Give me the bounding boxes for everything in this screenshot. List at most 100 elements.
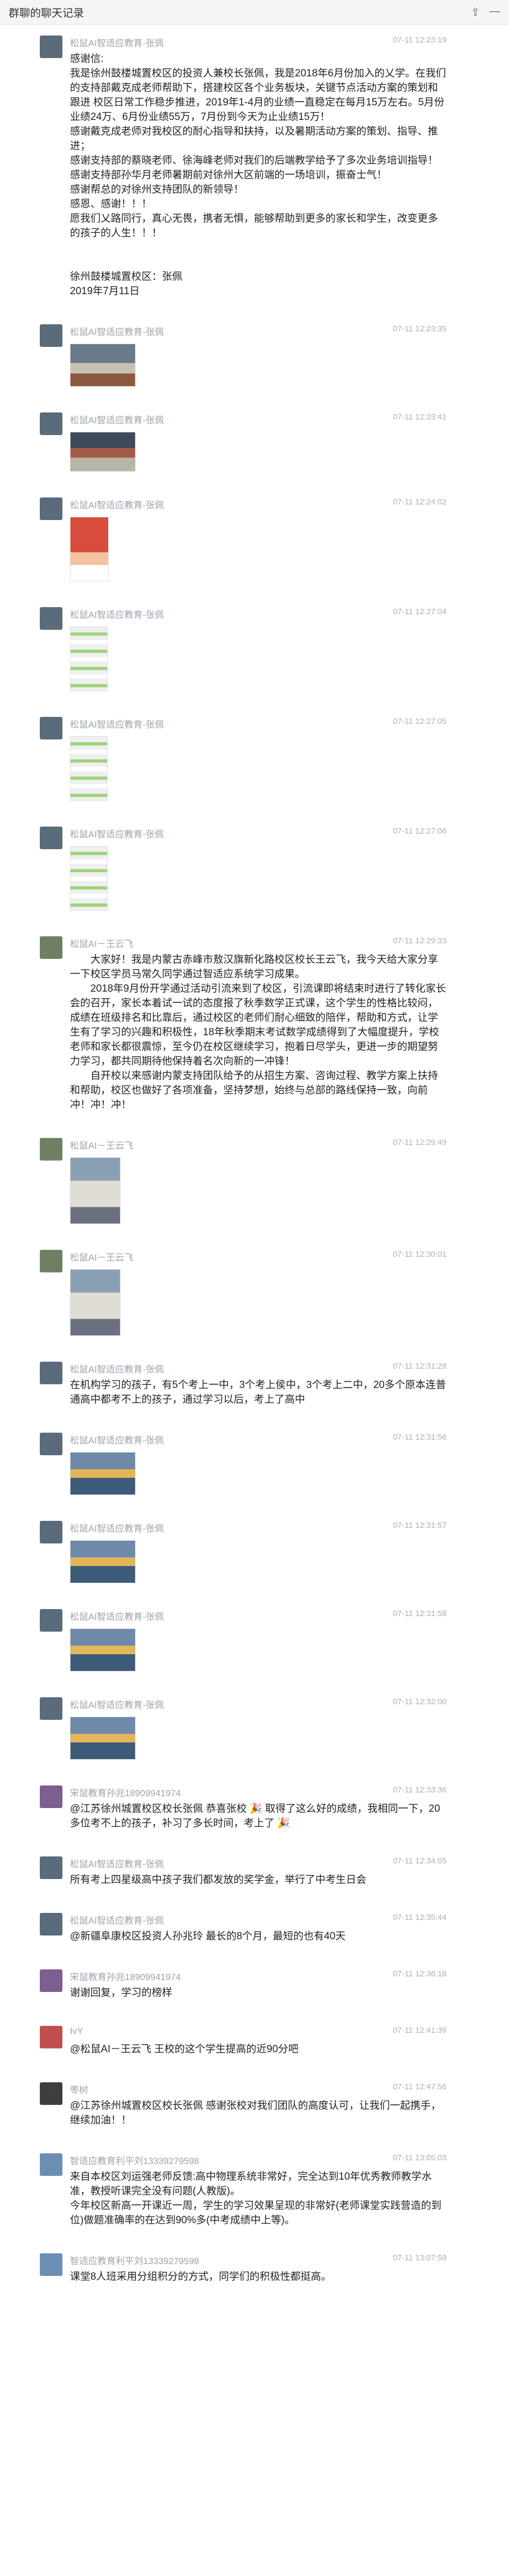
avatar[interactable] <box>40 497 62 520</box>
message-time: 07-11 13:05:03 <box>393 2153 447 2162</box>
avatar[interactable] <box>40 1785 62 1808</box>
message-body <box>70 432 447 472</box>
avatar[interactable] <box>40 2026 62 2048</box>
message-time: 07-11 12:23:35 <box>393 324 447 333</box>
message-item[interactable]: 松鼠AI智适应教育-张佩 07-11 12:31:56 <box>40 1433 447 1495</box>
message-line <box>70 255 447 269</box>
avatar[interactable] <box>40 2082 62 2105</box>
message-item[interactable]: 松鼠AI智适应教育-张佩 07-11 12:23:35 <box>40 324 447 387</box>
message-line: 感恩、感谢！！！ <box>70 198 152 210</box>
message-body: 所有考上四星级高中孩子我们都发放的奖学金，举行了中考生日会 <box>70 1873 447 1887</box>
sender-name: 枣树 <box>70 2085 88 2095</box>
student-photo[interactable] <box>70 1157 121 1224</box>
chat-history[interactable]: 松鼠AI智适应教育-张佩 07-11 12:23:19 感谢信: 我是徐州鼓楼城置校区… <box>0 25 509 2284</box>
share-icon[interactable]: ⇪ <box>471 5 480 19</box>
group-photo[interactable] <box>70 1452 136 1495</box>
message-item[interactable]: 松鼠AI智适应教育-张佩 07-11 12:35:44 @新疆阜康校区投资人孙兆玲 … <box>40 1913 447 1944</box>
message-meta: 松鼠AI智适应教育-张佩 07-11 12:23:35 <box>70 324 447 338</box>
message-item[interactable]: 松鼠AI－王云飞 07-11 12:29:33 大家好！我是内蒙古赤峰市敖汉旗新化路… <box>40 936 447 1112</box>
message-time: 07-11 12:29:33 <box>393 936 447 945</box>
message-item[interactable]: 松鼠AI智适应教育-张佩 07-11 12:31:58 <box>40 1609 447 1671</box>
message-item[interactable]: 松鼠AI智适应教育-张佩 07-11 12:27:04 <box>40 607 447 691</box>
avatar[interactable] <box>40 2153 62 2176</box>
message-time: 07-11 12:30:01 <box>393 1250 447 1259</box>
message-item[interactable]: 松鼠AI智适应教育-张佩 07-11 12:27:06 <box>40 827 447 910</box>
avatar[interactable] <box>40 1521 62 1543</box>
message-item[interactable]: 宋鼠教育孙兆18909941974 07-11 12:33:36 @江苏徐州城置校区… <box>40 1785 447 1831</box>
minimize-icon[interactable]: — <box>490 5 500 19</box>
message-time: 07-11 13:07:59 <box>393 2253 447 2262</box>
sender-name: 松鼠AI智适应教育-张佩 <box>70 327 164 337</box>
message-body: @新疆阜康校区投资人孙兆玲 最长的8个月，最短的也有40天 <box>70 1929 447 1944</box>
message-meta: 松鼠AI智适应教育-张佩 07-11 12:24:02 <box>70 497 447 511</box>
avatar[interactable] <box>40 1250 62 1272</box>
message-body <box>70 736 447 801</box>
message-item[interactable]: 松鼠AI智适应教育-张佩 07-11 12:32:00 <box>40 1697 447 1760</box>
window-controls: ⇪ — <box>471 5 500 19</box>
message-body <box>70 846 447 910</box>
avatar[interactable] <box>40 2253 62 2276</box>
classroom-photo[interactable] <box>70 344 136 387</box>
message-item[interactable]: 松鼠AI－王云飞 07-11 12:29:49 <box>40 1138 447 1224</box>
message-item[interactable]: 松鼠AI智适应教育-张佩 07-11 12:24:02 <box>40 497 447 581</box>
chat-screenshot[interactable] <box>70 846 108 910</box>
message-meta: 智适应教育利平刘13339279598 07-11 13:05:03 <box>70 2153 447 2167</box>
message-item[interactable]: 松鼠AI智适应教育-张佩 07-11 12:31:28 在机构学习的孩子，有5个考上… <box>40 1362 447 1407</box>
message-time: 07-11 12:31:28 <box>393 1362 447 1371</box>
message-time: 07-11 12:29:49 <box>393 1138 447 1147</box>
avatar[interactable] <box>40 1138 62 1161</box>
message-meta: 松鼠AI智适应教育-张佩 07-11 12:32:00 <box>70 1697 447 1711</box>
message-item[interactable]: IvY 07-11 12:41:39 @松鼠AI－王云飞 王校的这个学生提高的近90… <box>40 2026 447 2056</box>
message-body: 大家好！我是内蒙古赤峰市敖汉旗新化路校区校长王云飞，我今天给大家分享一下校区学员… <box>70 952 447 1112</box>
meeting-photo[interactable] <box>70 432 136 472</box>
avatar[interactable] <box>40 1433 62 1455</box>
avatar[interactable] <box>40 412 62 435</box>
message-item[interactable]: 松鼠AI智适应教育-张佩 07-11 12:23:19 感谢信: 我是徐州鼓楼城置校区… <box>40 35 447 298</box>
message-item[interactable]: 枣树 07-11 12:47:56 @江苏徐州城置校区校长张佩 感谢张校对我们团队的… <box>40 2082 447 2127</box>
message-meta: 松鼠AI智适应教育-张佩 07-11 12:23:19 <box>70 35 447 49</box>
message-body <box>70 1628 447 1671</box>
message-item[interactable]: 松鼠AI－王云飞 07-11 12:30:01 <box>40 1250 447 1336</box>
avatar[interactable] <box>40 1697 62 1720</box>
group-photo[interactable] <box>70 1540 136 1583</box>
message-item[interactable]: 松鼠AI智适应教育-张佩 07-11 12:31:57 <box>40 1521 447 1583</box>
chat-screenshot[interactable] <box>70 627 108 691</box>
avatar[interactable] <box>40 1609 62 1632</box>
avatar[interactable] <box>40 35 62 58</box>
message-item[interactable]: 宋鼠教育孙兆18909941974 07-11 12:36:18 谢谢回复，学习的榜… <box>40 1969 447 2000</box>
sender-name: IvY <box>70 2026 83 2036</box>
message-body <box>70 1452 447 1495</box>
avatar[interactable] <box>40 717 62 739</box>
group-photo[interactable] <box>70 1628 136 1671</box>
message-item[interactable]: 松鼠AI智适应教育-张佩 07-11 12:27:05 <box>40 717 447 801</box>
avatar[interactable] <box>40 936 62 959</box>
avatar[interactable] <box>40 607 62 630</box>
message-line: @江苏徐州城置校区校长张佩 感谢张校对我们团队的高度认可，让我们一起携手，继续加… <box>70 2100 441 2126</box>
message-item[interactable]: 智适应教育利平刘13339279598 07-11 13:07:59 课堂8人班采用… <box>40 2253 447 2284</box>
avatar[interactable] <box>40 1362 62 1384</box>
message-item[interactable]: 智适应教育利平刘13339279598 07-11 13:05:03 来自本校区刘运… <box>40 2153 447 2228</box>
message-line: 我是徐州鼓楼城置校区的投资人兼校长张佩，我是2018年6月份加入的乂学。在我们的… <box>70 68 446 123</box>
sender-name: 智适应教育利平刘13339279598 <box>70 2256 200 2266</box>
message-item[interactable]: 松鼠AI智适应教育-张佩 07-11 12:23:41 <box>40 412 447 472</box>
chat-screenshot[interactable] <box>70 736 108 801</box>
group-photo[interactable] <box>70 1717 136 1760</box>
message-body: 来自本校区刘运强老师反馈:高中物理系统非常好，完全达到10年优秀教师教学水准，教… <box>70 2169 447 2228</box>
message-line: 感谢信: <box>70 53 104 65</box>
avatar[interactable] <box>40 827 62 849</box>
message-line: 徐州鼓楼城置校区：张佩 <box>70 271 183 282</box>
message-line: @松鼠AI－王云飞 王校的这个学生提高的近90分吧 <box>70 2044 299 2055</box>
message-meta: 松鼠AI智适应教育-张佩 07-11 12:31:58 <box>70 1609 447 1623</box>
avatar[interactable] <box>40 1856 62 1879</box>
message-item[interactable]: 松鼠AI智适应教育-张佩 07-11 12:34:05 所有考上四星级高中孩子我们都… <box>40 1856 447 1887</box>
avatar[interactable] <box>40 1969 62 1992</box>
message-time: 07-11 12:34:05 <box>393 1856 447 1866</box>
poster-photo[interactable] <box>70 517 109 581</box>
message-meta: 宋鼠教育孙兆18909941974 07-11 12:33:36 <box>70 1785 447 1799</box>
avatar[interactable] <box>40 324 62 347</box>
sender-name: 松鼠AI智适应教育-张佩 <box>70 720 164 730</box>
sender-name: 松鼠AI－王云飞 <box>70 939 134 949</box>
student-photo[interactable] <box>70 1269 121 1336</box>
message-paragraph: 自开校以来感谢内蒙支持团队给予的从招生方案、咨询过程、教学方案上扶持和帮助，校区… <box>70 1070 439 1111</box>
avatar[interactable] <box>40 1913 62 1935</box>
